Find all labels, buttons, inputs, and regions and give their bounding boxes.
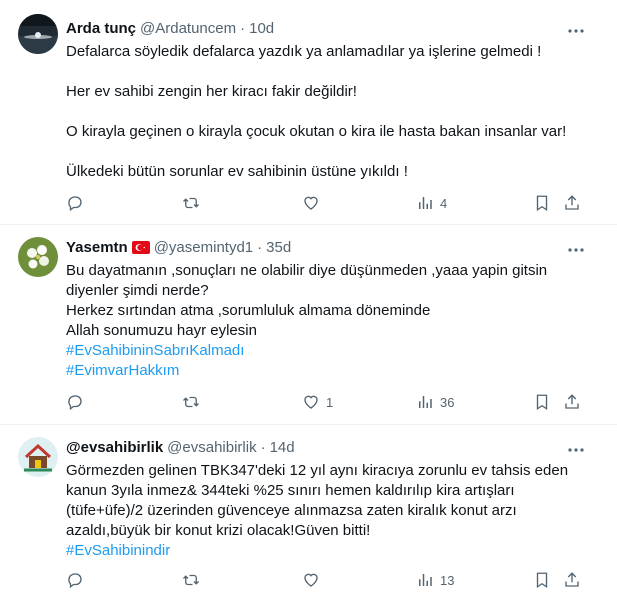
separator-dot: · [260, 439, 266, 456]
views-count: 13 [440, 572, 455, 588]
views-chart-icon [419, 574, 432, 586]
text-blank-line [66, 102, 596, 122]
hashtag-link[interactable]: #EvimvarHakkım [66, 361, 596, 381]
text-line: kanun 3yıla inmez& 344teki %25 sınırı he… [66, 482, 515, 499]
text-blank-line [66, 142, 596, 162]
share-button[interactable] [563, 194, 581, 212]
text-line: O kirayla geçinen o kirayla çocuk okutan… [66, 123, 567, 140]
bookmark-icon [536, 394, 548, 411]
author-name[interactable]: @evsahibirlik [66, 439, 163, 456]
avatar[interactable] [18, 437, 58, 477]
tweet-actions: 4 [66, 194, 586, 214]
more-options-icon[interactable] [567, 22, 585, 40]
author-handle[interactable]: @Ardatuncem [140, 20, 236, 37]
retweet-icon [183, 574, 199, 586]
heart-icon [304, 395, 318, 409]
text-line: Bu dayatmanın ,sonuçları ne olabilir diy… [66, 262, 548, 279]
text-line: Görmezden gelinen TBK347'deki 12 yıl ayn… [66, 462, 569, 479]
tweet-3[interactable]: @evsahibirlik @evsahibirlik · 14d Görmez… [0, 425, 617, 596]
share-icon [565, 195, 579, 210]
reply-icon [68, 196, 82, 212]
retweet-button[interactable] [182, 571, 200, 589]
heart-icon [304, 196, 318, 210]
views-button[interactable]: 36 [416, 393, 454, 411]
tweet-actions: 13 [66, 571, 586, 591]
tweet-text: Bu dayatmanın ,sonuçları ne olabilir diy… [66, 261, 596, 381]
retweet-button[interactable] [182, 194, 200, 212]
heart-icon [304, 573, 318, 587]
avatar[interactable] [18, 14, 58, 54]
views-button[interactable]: 13 [416, 571, 454, 589]
bookmark-button[interactable] [533, 393, 551, 411]
reply-button[interactable] [66, 571, 84, 589]
separator-dot: · [257, 239, 263, 256]
retweet-button[interactable] [182, 393, 200, 411]
more-options-icon[interactable] [567, 241, 585, 259]
text-line: Herkez sırtından atma ,sorumluluk almama… [66, 302, 431, 319]
views-count: 36 [440, 394, 455, 410]
like-button[interactable] [302, 571, 320, 589]
text-line: diyenler şimdi nerde? [66, 282, 209, 299]
reply-icon [68, 395, 82, 411]
author-handle[interactable]: @yasemintyd1 [154, 239, 253, 256]
hashtag-link[interactable]: #EvSahibinindir [66, 541, 596, 561]
tweet-text: Görmezden gelinen TBK347'deki 12 yıl ayn… [66, 461, 596, 561]
bookmark-button[interactable] [533, 571, 551, 589]
bookmark-icon [536, 195, 548, 212]
text-line: Ülkedeki bütün sorunlar ev sahibinin üst… [66, 163, 408, 180]
reply-button[interactable] [66, 393, 84, 411]
views-chart-icon [419, 396, 432, 408]
share-icon [565, 572, 579, 587]
share-button[interactable] [563, 393, 581, 411]
likes-count: 1 [326, 394, 334, 410]
separator-dot: · [240, 20, 246, 37]
reply-button[interactable] [66, 194, 84, 212]
timestamp[interactable]: 35d [266, 239, 291, 256]
tweet-2[interactable]: Yasemtn @yasemintyd1 · 35d Bu dayatmanın… [0, 225, 617, 425]
like-button[interactable] [302, 194, 320, 212]
retweet-icon [183, 396, 199, 408]
timestamp[interactable]: 14d [270, 439, 295, 456]
author-handle[interactable]: @evsahibirlik [167, 439, 256, 456]
views-chart-icon [419, 197, 432, 209]
author-name[interactable]: Arda tunç [66, 20, 136, 37]
bookmark-icon [536, 572, 548, 589]
share-icon [565, 394, 579, 409]
tweet-1[interactable]: Arda tunç @Ardatuncem · 10d Defalarca sö… [0, 0, 617, 225]
reply-icon [68, 573, 82, 589]
like-button[interactable]: 1 [302, 393, 333, 411]
views-count: 4 [440, 195, 448, 211]
turkey-flag-icon [131, 241, 150, 254]
text-line: Defalarca söyledik defalarca yazdık ya a… [66, 43, 542, 60]
text-line: Allah sonumuzu hayr eylesin [66, 322, 257, 339]
text-blank-line [66, 62, 596, 82]
views-button[interactable]: 4 [416, 194, 447, 212]
tweet-text: Defalarca söyledik defalarca yazdık ya a… [66, 42, 596, 182]
avatar[interactable] [18, 237, 58, 277]
bookmark-button[interactable] [533, 194, 551, 212]
share-button[interactable] [563, 571, 581, 589]
text-line: Her ev sahibi zengin her kiracı fakir de… [66, 83, 357, 100]
timestamp[interactable]: 10d [249, 20, 274, 37]
author-name[interactable]: Yasemtn [66, 239, 128, 256]
text-line: (tüfe+üfe)/2 üzerinden güvenceye alınmaz… [66, 502, 517, 519]
retweet-icon [183, 197, 199, 209]
more-options-icon[interactable] [567, 441, 585, 459]
tweet-actions: 1 36 [66, 393, 586, 413]
hashtag-link[interactable]: #EvSahibininSabrıKalmadı [66, 341, 596, 361]
text-line: azaldı,büyük bir konut krizi olacak!Güve… [66, 522, 371, 539]
